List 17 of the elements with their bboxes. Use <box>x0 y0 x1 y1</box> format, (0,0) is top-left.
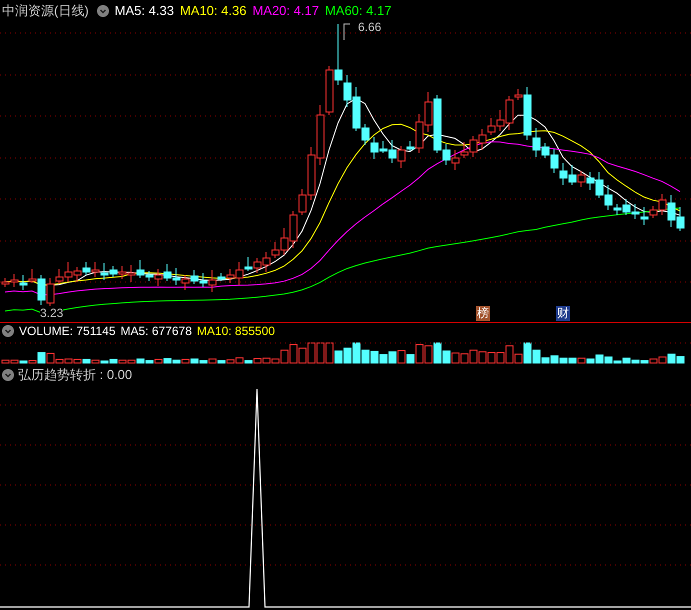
collapse-icon[interactable] <box>96 5 109 17</box>
event-badge: 榜 <box>476 306 490 321</box>
low-price-label: 3.23 <box>40 306 64 320</box>
event-badge: 财 <box>556 306 570 321</box>
volume-legend-value: MA10: 855500 <box>196 323 275 340</box>
leader-line <box>344 24 350 40</box>
collapse-icon[interactable] <box>2 369 14 381</box>
ma-legend-value: MA20: 4.17 <box>252 2 319 20</box>
ma-legend-value: MA60: 4.17 <box>324 2 392 20</box>
volume-legend-value: MA5: 677678 <box>120 323 192 340</box>
collapse-icon[interactable] <box>2 325 14 337</box>
stock-title: 中润资源(日线) <box>2 2 89 20</box>
volume-legend-value: VOLUME: 751145 <box>19 323 116 340</box>
ma-legend-value: MA5: 4.33 <box>114 2 174 20</box>
indicator-legend: 弘历趋势转折 : 0.00 <box>18 365 132 385</box>
high-price-label: 6.66 <box>358 19 382 36</box>
ma-legend-value: MA10: 4.36 <box>180 2 246 20</box>
